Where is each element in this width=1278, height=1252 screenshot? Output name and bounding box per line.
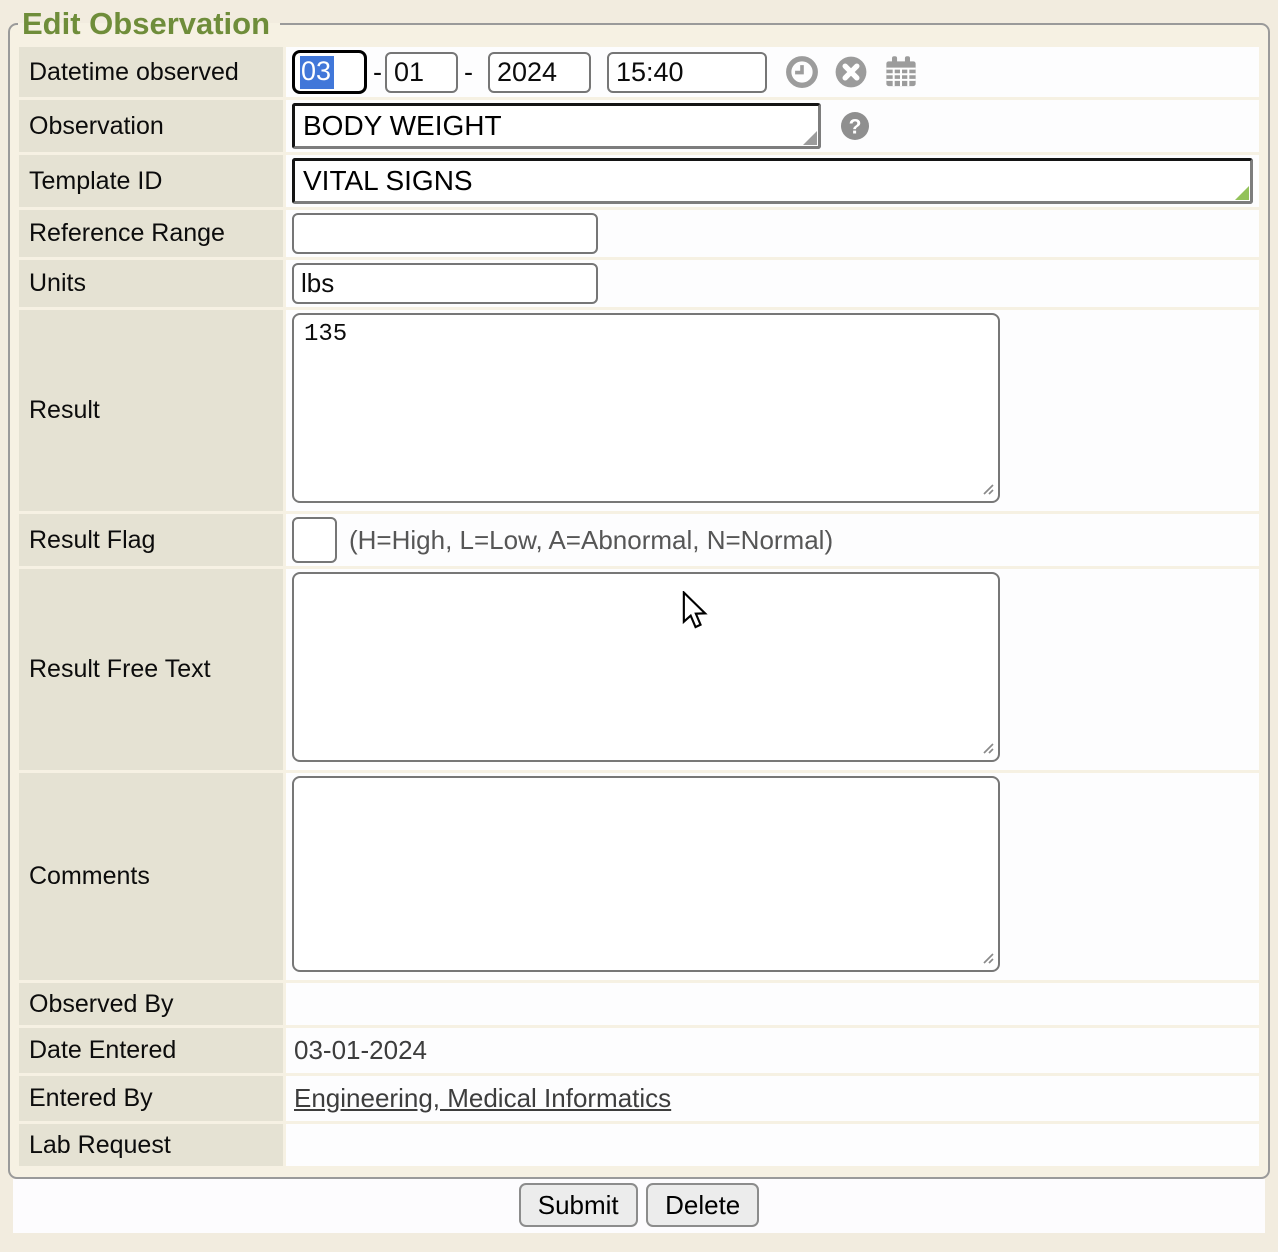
- edit-observation-panel: Edit Observation Datetime observed 03 - …: [8, 6, 1270, 1179]
- row-entered-by: Entered By Engineering, Medical Informat…: [19, 1076, 1259, 1121]
- date-separator: -: [464, 57, 473, 88]
- template-id-label: Template ID: [19, 155, 283, 207]
- entered-by-link[interactable]: Engineering, Medical Informatics: [294, 1083, 671, 1113]
- date-separator: -: [373, 57, 382, 88]
- page-title: Edit Observation: [18, 6, 280, 42]
- delete-button[interactable]: Delete: [646, 1183, 759, 1227]
- result-flag-hint: (H=High, L=Low, A=Abnormal, N=Normal): [349, 525, 833, 556]
- observation-value: BODY WEIGHT: [303, 110, 502, 142]
- row-result-free-text: Result Free Text: [19, 569, 1259, 770]
- resize-grip-icon[interactable]: [979, 949, 995, 965]
- template-id-value: VITAL SIGNS: [303, 165, 473, 197]
- observation-form-table: Datetime observed 03 - -: [16, 44, 1262, 1169]
- row-units: Units: [19, 260, 1259, 307]
- row-result-flag: Result Flag (H=High, L=Low, A=Abnormal, …: [19, 514, 1259, 566]
- row-template-id: Template ID VITAL SIGNS: [19, 155, 1259, 207]
- row-observation: Observation BODY WEIGHT ?: [19, 100, 1259, 152]
- row-date-entered: Date Entered 03-01-2024: [19, 1028, 1259, 1073]
- resize-grip-icon[interactable]: [1235, 186, 1249, 200]
- observed-by-value: [292, 986, 1253, 1022]
- units-label: Units: [19, 260, 283, 307]
- observed-by-label: Observed By: [19, 983, 283, 1025]
- observation-label: Observation: [19, 100, 283, 152]
- result-free-text-textarea[interactable]: [292, 572, 1000, 762]
- resize-grip-icon[interactable]: [803, 131, 817, 145]
- result-label: Result: [19, 310, 283, 511]
- result-free-text-label: Result Free Text: [19, 569, 283, 770]
- clock-icon[interactable]: [785, 55, 819, 89]
- row-lab-request: Lab Request: [19, 1124, 1259, 1166]
- datetime-observed-label: Datetime observed: [19, 47, 283, 97]
- svg-text:?: ?: [849, 116, 862, 139]
- help-icon[interactable]: ?: [839, 110, 871, 142]
- row-datetime-observed: Datetime observed 03 - -: [19, 47, 1259, 97]
- time-input[interactable]: [607, 52, 767, 93]
- resize-grip-icon[interactable]: [979, 480, 995, 496]
- date-entered-value: 03-01-2024: [292, 1031, 1253, 1070]
- result-flag-input[interactable]: [292, 517, 337, 563]
- row-result: Result: [19, 310, 1259, 511]
- template-id-input[interactable]: VITAL SIGNS: [292, 158, 1253, 204]
- clear-icon[interactable]: [834, 55, 868, 89]
- units-input[interactable]: [292, 263, 598, 304]
- result-flag-label: Result Flag: [19, 514, 283, 566]
- result-textarea[interactable]: [292, 313, 1000, 503]
- comments-label: Comments: [19, 773, 283, 980]
- row-comments: Comments: [19, 773, 1259, 980]
- observation-input[interactable]: BODY WEIGHT: [292, 103, 821, 149]
- reference-range-input[interactable]: [292, 213, 598, 254]
- date-entered-label: Date Entered: [19, 1028, 283, 1073]
- lab-request-value: [292, 1127, 1253, 1163]
- calendar-icon[interactable]: [883, 54, 919, 90]
- submit-button[interactable]: Submit: [519, 1183, 638, 1227]
- day-input[interactable]: [385, 52, 458, 93]
- reference-range-label: Reference Range: [19, 210, 283, 257]
- month-value: 03: [300, 56, 334, 89]
- lab-request-label: Lab Request: [19, 1124, 283, 1166]
- button-bar: Submit Delete: [13, 1179, 1265, 1233]
- row-reference-range: Reference Range: [19, 210, 1259, 257]
- comments-textarea[interactable]: [292, 776, 1000, 972]
- year-input[interactable]: [488, 52, 591, 93]
- row-observed-by: Observed By: [19, 983, 1259, 1025]
- resize-grip-icon[interactable]: [979, 739, 995, 755]
- month-input[interactable]: 03: [292, 50, 367, 94]
- entered-by-label: Entered By: [19, 1076, 283, 1121]
